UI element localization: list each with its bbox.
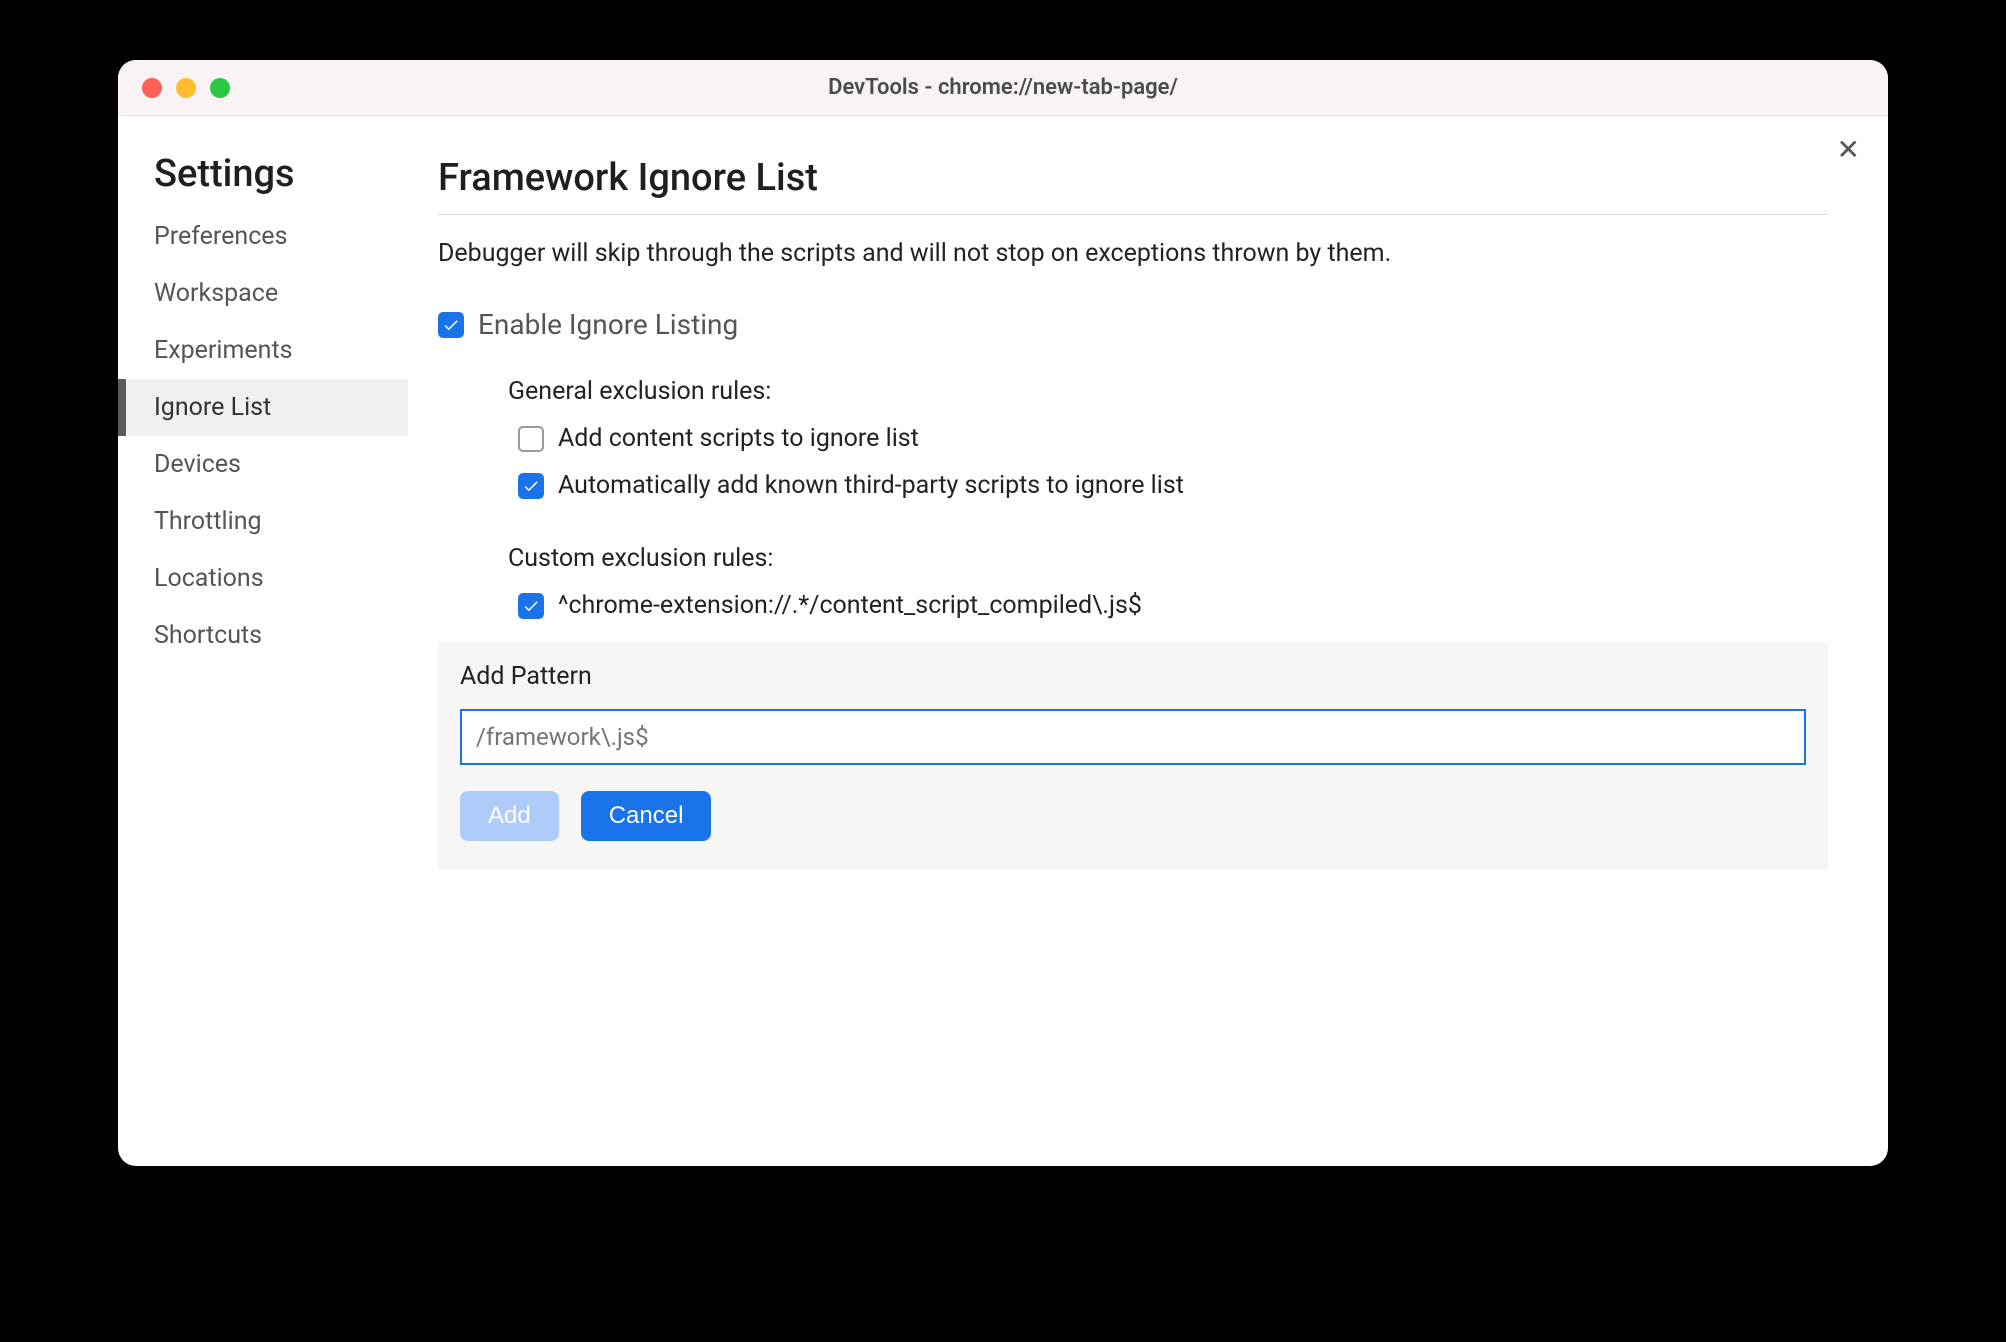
general-exclusion-section: General exclusion rules: Add content scr… xyxy=(438,377,1828,620)
custom-exclusion-heading: Custom exclusion rules: xyxy=(508,544,1828,573)
custom-rule-label: ^chrome-extension://.*/content_script_co… xyxy=(558,591,1142,620)
add-pattern-label: Add Pattern xyxy=(460,662,1806,691)
window-title: DevTools - chrome://new-tab-page/ xyxy=(118,75,1888,100)
custom-exclusion-section: Custom exclusion rules: ^chrome-extensio… xyxy=(508,544,1828,620)
minimize-window-light[interactable] xyxy=(176,78,196,98)
traffic-lights xyxy=(142,78,230,98)
content-scripts-checkbox[interactable] xyxy=(518,426,544,452)
page-title: Framework Ignore List xyxy=(438,156,1828,215)
page-description: Debugger will skip through the scripts a… xyxy=(438,239,1828,268)
third-party-scripts-row: Automatically add known third-party scri… xyxy=(508,471,1828,500)
settings-sidebar: Settings Preferences Workspace Experimen… xyxy=(118,116,408,1166)
sidebar-heading: Settings xyxy=(118,152,408,208)
third-party-scripts-checkbox[interactable] xyxy=(518,473,544,499)
cancel-button[interactable]: Cancel xyxy=(581,791,712,841)
enable-ignore-listing-checkbox[interactable] xyxy=(438,312,464,338)
sidebar-item-shortcuts[interactable]: Shortcuts xyxy=(118,607,408,664)
add-button[interactable]: Add xyxy=(460,791,559,841)
content-scripts-row: Add content scripts to ignore list xyxy=(508,424,1828,453)
pattern-input[interactable] xyxy=(460,709,1806,765)
check-icon xyxy=(442,316,460,334)
close-settings-button[interactable]: ✕ xyxy=(1837,136,1860,164)
check-icon xyxy=(522,597,540,615)
sidebar-item-workspace[interactable]: Workspace xyxy=(118,265,408,322)
window-body: ✕ Settings Preferences Workspace Experim… xyxy=(118,116,1888,1166)
check-icon xyxy=(522,477,540,495)
sidebar-item-preferences[interactable]: Preferences xyxy=(118,208,408,265)
enable-ignore-listing-label: Enable Ignore Listing xyxy=(478,308,738,341)
sidebar-item-devices[interactable]: Devices xyxy=(118,436,408,493)
titlebar: DevTools - chrome://new-tab-page/ xyxy=(118,60,1888,116)
add-pattern-button-row: Add Cancel xyxy=(460,791,1806,841)
settings-content: Framework Ignore List Debugger will skip… xyxy=(408,116,1888,1166)
general-exclusion-heading: General exclusion rules: xyxy=(508,377,1828,406)
close-window-light[interactable] xyxy=(142,78,162,98)
sidebar-item-ignore-list[interactable]: Ignore List xyxy=(118,379,408,436)
maximize-window-light[interactable] xyxy=(210,78,230,98)
sidebar-item-locations[interactable]: Locations xyxy=(118,550,408,607)
sidebar-item-throttling[interactable]: Throttling xyxy=(118,493,408,550)
third-party-scripts-label: Automatically add known third-party scri… xyxy=(558,471,1184,500)
enable-ignore-listing-row: Enable Ignore Listing xyxy=(438,308,1828,341)
sidebar-item-experiments[interactable]: Experiments xyxy=(118,322,408,379)
content-scripts-label: Add content scripts to ignore list xyxy=(558,424,919,453)
add-pattern-panel: Add Pattern Add Cancel xyxy=(438,642,1828,869)
devtools-settings-window: DevTools - chrome://new-tab-page/ ✕ Sett… xyxy=(118,60,1888,1166)
custom-rule-row: ^chrome-extension://.*/content_script_co… xyxy=(508,591,1828,620)
custom-rule-checkbox[interactable] xyxy=(518,593,544,619)
